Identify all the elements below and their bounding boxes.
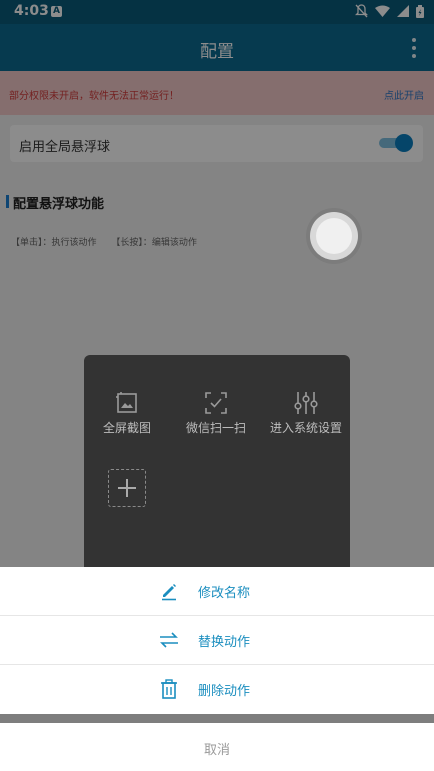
action-label: 全屏截图 [102,421,151,435]
floating-ball[interactable] [310,212,358,260]
sheet-item-label: 修改名称 [198,586,251,601]
edit-icon [162,584,176,601]
sheet-item-rename[interactable]: 修改名称 [0,567,434,615]
scan-icon [205,392,227,414]
action-tile-wechat-scan[interactable]: 微信扫一扫 [185,391,247,436]
screenshot-icon [116,392,137,413]
settings-sliders-icon [294,392,318,414]
trash-icon [161,679,177,699]
sheet-item-replace[interactable]: 替换动作 [0,616,434,664]
sheet-item-label: 替换动作 [198,635,251,650]
action-bottom-sheet: 修改名称 替换动作 删除动作 [0,567,434,714]
sheet-item-label: 删除动作 [198,684,251,699]
action-label: 进入系统设置 [270,421,343,435]
action-label: 微信扫一扫 [185,421,246,435]
swap-icon [160,632,178,648]
sheet-item-delete[interactable]: 删除动作 [0,665,434,713]
action-tile-system-settings[interactable]: 进入系统设置 [270,391,342,436]
add-action-button[interactable] [108,469,146,507]
cancel-button[interactable]: 取消 [0,723,434,771]
cancel-label: 取消 [203,743,230,758]
action-tile-screenshot[interactable]: 全屏截图 [102,391,152,436]
sheet-divider [0,714,434,723]
